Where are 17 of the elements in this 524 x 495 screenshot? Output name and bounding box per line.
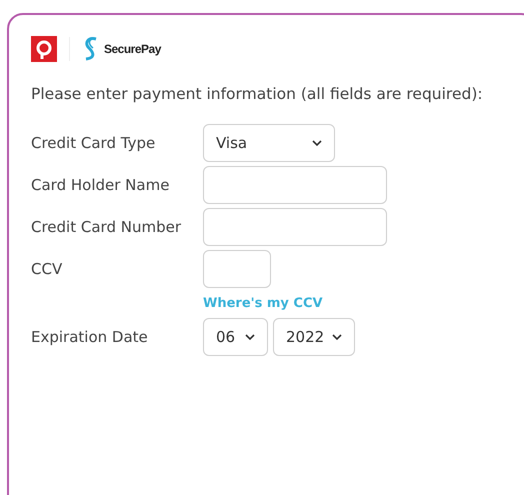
input-field[interactable] bbox=[203, 250, 271, 288]
dropdown[interactable]: 06 bbox=[203, 318, 268, 356]
caret-icon bbox=[332, 334, 342, 340]
field-label: Credit Card Number bbox=[31, 217, 182, 238]
brand-name: SecurePay bbox=[104, 41, 161, 58]
field-label: Expiration Date bbox=[31, 326, 149, 348]
field-label: Card Holder Name bbox=[31, 175, 170, 196]
instructions-text: Please enter payment information (all fields are required): bbox=[31, 84, 484, 105]
caret-icon bbox=[312, 140, 322, 146]
dropdown[interactable]: 2022 bbox=[273, 318, 355, 356]
field-label: CCV bbox=[31, 259, 64, 280]
input-field[interactable] bbox=[203, 166, 387, 204]
dropdown[interactable]: Visa bbox=[203, 124, 335, 162]
field-label: Credit Card Type bbox=[31, 133, 156, 154]
logo-icon bbox=[31, 36, 57, 62]
caret-icon bbox=[245, 334, 255, 340]
input-field[interactable] bbox=[203, 208, 387, 246]
